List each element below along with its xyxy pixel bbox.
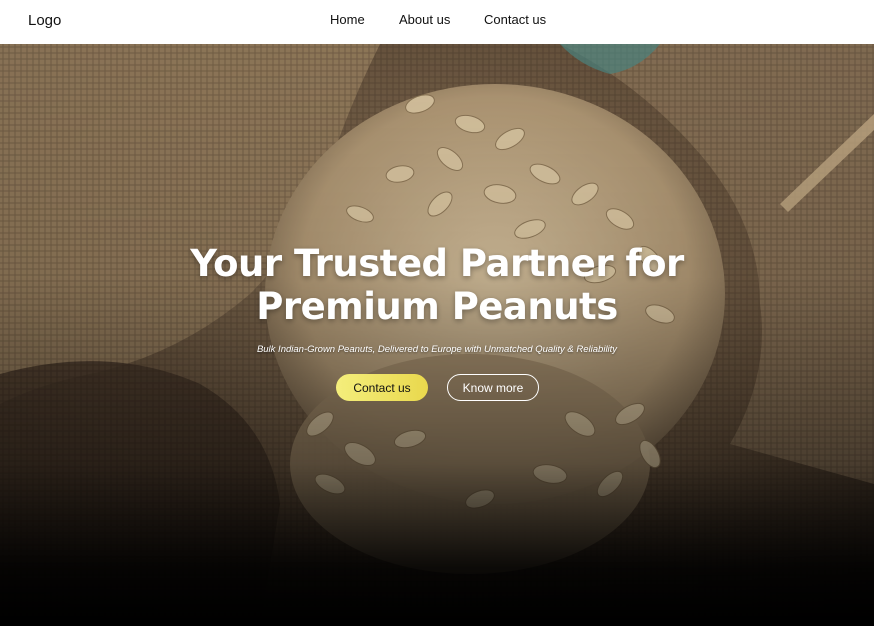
know-more-button[interactable]: Know more <box>447 374 539 401</box>
nav-link-about-us[interactable]: About us <box>399 12 450 27</box>
hero-section: Your Trusted Partner for Premium Peanuts… <box>0 44 874 626</box>
nav-link-contact-us[interactable]: Contact us <box>484 12 546 27</box>
main-nav: Home About us Contact us <box>0 12 874 32</box>
top-navbar: Logo Home About us Contact us <box>0 0 874 44</box>
hero-subtitle: Bulk Indian-Grown Peanuts, Delivered to … <box>256 344 618 355</box>
hero-title-line-1: Your Trusted Partner for <box>190 242 684 285</box>
nav-link-home[interactable]: Home <box>330 12 365 27</box>
hero-title-line-2: Premium Peanuts <box>256 285 618 328</box>
contact-us-button[interactable]: Contact us <box>336 374 428 401</box>
landing-page: Logo Home About us Contact us Your Trust… <box>0 0 874 626</box>
hero-dark-overlay <box>0 44 874 626</box>
hero-title: Your Trusted Partner for Premium Peanuts <box>0 242 874 328</box>
